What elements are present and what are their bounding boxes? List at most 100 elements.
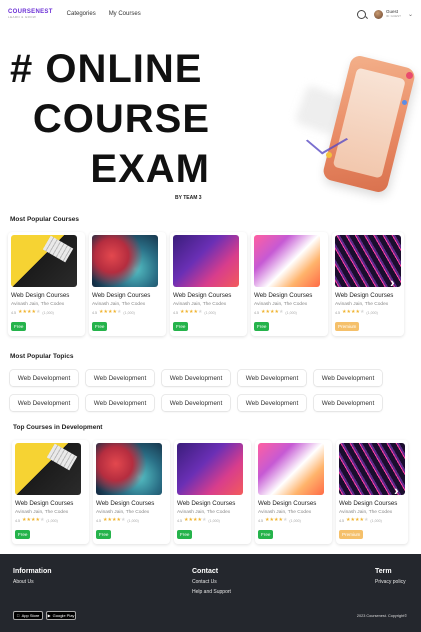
google-play-button[interactable]: ▶ Google Play [46, 611, 76, 620]
footer-heading: Contact [192, 568, 219, 575]
topic-chip[interactable]: Web Development [10, 370, 78, 386]
footer-heading: Information [13, 568, 52, 575]
rating-count: (1,000) [285, 310, 297, 315]
topic-chip[interactable]: Web Development [10, 395, 78, 411]
hero-decoration-dot [326, 152, 332, 158]
course-card[interactable]: Web Design Courses Avinash Jain, The Cod… [8, 232, 85, 336]
price-badge: Premium [335, 322, 360, 331]
course-card[interactable]: Web Design Courses Avinash Jain, The Cod… [251, 232, 328, 336]
rating-count: (1,000) [370, 518, 382, 523]
hero-line-2: COURSE [32, 97, 210, 141]
course-rating: 4.5 ★★★★★ (1,000) [92, 310, 163, 315]
chevron-down-icon[interactable]: ⌄ [408, 11, 413, 18]
top-courses-list: Web Design Courses Avinash Jain, The Cod… [12, 440, 408, 544]
star-rating-icon: ★★★★★ [18, 309, 41, 315]
copyright-text: 2023 Coursenest. Copyright© [356, 614, 407, 618]
hero-decoration-dot [402, 100, 407, 105]
page: COURSENEST LEARN & GROW Categories My Co… [0, 0, 421, 632]
course-thumbnail [173, 235, 239, 287]
star-rating-icon: ★★★★★ [180, 309, 203, 315]
rating-value: 4.5 [335, 310, 340, 315]
course-thumbnail [92, 235, 158, 287]
rating-count: (1,000) [46, 518, 58, 523]
course-title: Web Design Courses [177, 500, 236, 507]
rating-count: (1,000) [204, 310, 216, 315]
play-icon: ▶ [47, 613, 51, 618]
main-nav: Categories My Courses [67, 11, 141, 17]
footer-link-help-support[interactable]: Help and Support [192, 589, 231, 595]
course-card[interactable]: Web Design Courses Avinash Jain, The Cod… [89, 232, 166, 336]
topic-chip[interactable]: Web Development [86, 395, 154, 411]
rating-value: 4.5 [177, 518, 182, 523]
footer-link-contact-us[interactable]: Contact Us [192, 579, 231, 585]
course-rating: 4.5 ★★★★★ (1,000) [15, 518, 86, 523]
course-card[interactable]: Web Design Courses Avinash Jain, The Cod… [93, 440, 170, 544]
course-title: Web Design Courses [335, 292, 394, 299]
rating-value: 4.5 [173, 310, 178, 315]
course-thumbnail [258, 443, 324, 495]
top-navbar: COURSENEST LEARN & GROW Categories My Co… [0, 0, 421, 28]
topic-chip[interactable]: Web Development [238, 395, 306, 411]
course-thumbnail [15, 443, 81, 495]
star-rating-icon: ★★★★★ [346, 517, 369, 523]
footer-information: Information About Us [13, 568, 52, 585]
course-title: Web Design Courses [173, 292, 232, 299]
logo[interactable]: COURSENEST LEARN & GROW [8, 9, 53, 19]
chevron-right-icon[interactable]: › [390, 274, 395, 290]
course-rating: 4.5 ★★★★★ (1,000) [335, 310, 401, 315]
nav-categories[interactable]: Categories [67, 11, 96, 17]
course-title: Web Design Courses [254, 292, 313, 299]
phone-screen [332, 67, 406, 179]
top-courses-title: Top Courses in Development [13, 424, 103, 431]
footer-link-privacy-policy[interactable]: Privacy policy [375, 579, 406, 585]
course-title: Web Design Courses [15, 500, 74, 507]
user-menu[interactable]: Guest ID: GUEST ⌄ [373, 9, 413, 19]
rating-count: (1,000) [208, 518, 220, 523]
rating-count: (1,000) [289, 518, 301, 523]
footer: Information About Us Contact Contact Us … [0, 554, 421, 632]
topic-chip[interactable]: Web Development [86, 370, 154, 386]
course-rating: 4.5 ★★★★★ (1,000) [173, 310, 244, 315]
course-author: Avinash Jain, The Codex [258, 510, 312, 515]
topic-chip[interactable]: Web Development [314, 395, 382, 411]
star-rating-icon: ★★★★★ [103, 517, 126, 523]
course-card[interactable]: Web Design Courses Avinash Jain, The Cod… [174, 440, 251, 544]
price-badge: Free [254, 322, 270, 331]
topic-chip[interactable]: Web Development [162, 370, 230, 386]
course-title: Web Design Courses [258, 500, 317, 507]
popular-courses-list: Web Design Courses Avinash Jain, The Cod… [8, 232, 404, 336]
course-author: Avinash Jain, The Codex [177, 510, 231, 515]
footer-link-about-us[interactable]: About Us [13, 579, 52, 585]
nav-my-courses[interactable]: My Courses [109, 11, 141, 17]
course-thumbnail [96, 443, 162, 495]
chevron-right-icon[interactable]: › [394, 482, 399, 498]
rating-value: 4.5 [254, 310, 259, 315]
avatar[interactable] [373, 9, 383, 19]
rating-count: (1,000) [366, 310, 378, 315]
rating-value: 4.5 [92, 310, 97, 315]
rating-value: 4.5 [339, 518, 344, 523]
google-play-label: Google Play [52, 613, 75, 618]
footer-term: Term Privacy policy [375, 568, 406, 585]
popular-courses-title: Most Popular Courses [10, 216, 79, 223]
hero-byline: BY TEAM 3 [175, 195, 202, 201]
app-store-button[interactable]: App Store [13, 611, 43, 620]
hero-phone-illustration [321, 53, 417, 195]
topic-chip[interactable]: Web Development [162, 395, 230, 411]
course-rating: 4.5 ★★★★★ (1,000) [258, 518, 329, 523]
search-icon[interactable] [356, 9, 366, 19]
course-card[interactable]: Web Design Courses Avinash Jain, The Cod… [170, 232, 247, 336]
course-card[interactable]: Web Design Courses Avinash Jain, The Cod… [12, 440, 89, 544]
course-rating: 4.5 ★★★★★ (1,000) [177, 518, 248, 523]
course-thumbnail [177, 443, 243, 495]
price-badge: Free [96, 530, 112, 539]
course-rating: 4.5 ★★★★★ (1,000) [96, 518, 167, 523]
price-badge: Premium [339, 530, 364, 539]
course-rating: 4.5 ★★★★★ (1,000) [11, 310, 82, 315]
topic-chip[interactable]: Web Development [238, 370, 306, 386]
rating-value: 4.5 [11, 310, 16, 315]
course-author: Avinash Jain, The Codex [339, 510, 393, 515]
course-title: Web Design Courses [11, 292, 70, 299]
topic-chip[interactable]: Web Development [314, 370, 382, 386]
course-card[interactable]: Web Design Courses Avinash Jain, The Cod… [255, 440, 332, 544]
